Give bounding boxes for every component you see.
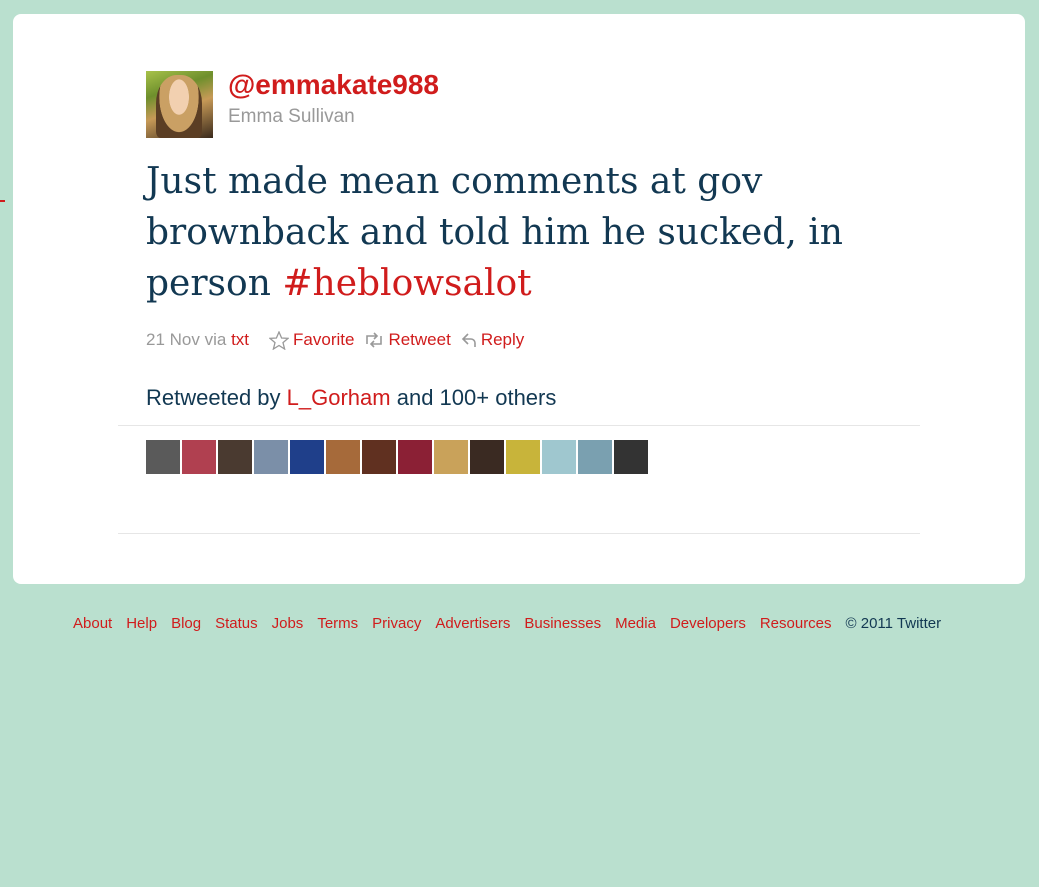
via-label: via: [204, 330, 227, 349]
footer-link-media[interactable]: Media: [615, 615, 656, 632]
retweeter-avatar[interactable]: [290, 440, 324, 474]
reply-icon: [461, 333, 476, 347]
star-icon: [269, 330, 290, 350]
tweet-text: Just made mean comments at gov brownback…: [146, 156, 866, 309]
footer-link-blog[interactable]: Blog: [171, 615, 201, 632]
divider-top: [118, 425, 920, 426]
retweeted-by: Retweeted by L_Gorham and 100+ others: [146, 385, 556, 411]
divider-bottom: [118, 533, 920, 534]
tweet-meta: 21 Nov via txt Favorite Retweet Reply: [146, 330, 524, 350]
footer-link-resources[interactable]: Resources: [760, 615, 832, 632]
full-name: Emma Sullivan: [228, 106, 355, 127]
retweeter-avatar[interactable]: [326, 440, 360, 474]
footer-link-help[interactable]: Help: [126, 615, 157, 632]
screen-name-link[interactable]: @emmakate988: [228, 69, 439, 101]
edge-mark: [0, 200, 5, 202]
retweeter-avatar[interactable]: [542, 440, 576, 474]
footer-link-privacy[interactable]: Privacy: [372, 615, 421, 632]
retweeter-avatar[interactable]: [254, 440, 288, 474]
retweet-icon: [366, 332, 383, 348]
retweeted-by-prefix: Retweeted by: [146, 385, 281, 410]
retweeter-avatar[interactable]: [614, 440, 648, 474]
tweet-card: @emmakate988 Emma Sullivan Just made mea…: [13, 14, 1025, 584]
footer-link-businesses[interactable]: Businesses: [524, 615, 601, 632]
avatar-photo: [156, 75, 202, 138]
reply-label: Reply: [480, 330, 525, 349]
retweeter-avatar[interactable]: [218, 440, 252, 474]
retweeter-avatar[interactable]: [146, 440, 180, 474]
retweeter-avatar[interactable]: [398, 440, 432, 474]
retweeter-avatar[interactable]: [434, 440, 468, 474]
reply-action[interactable]: Reply: [461, 330, 524, 350]
via-source-link[interactable]: txt: [231, 330, 249, 350]
footer: About Help Blog Status Jobs Terms Privacy Adver…: [73, 615, 941, 632]
retweeter-avatars: [146, 440, 648, 474]
retweeter-avatar[interactable]: [506, 440, 540, 474]
retweeter-avatar[interactable]: [578, 440, 612, 474]
footer-link-developers[interactable]: Developers: [670, 615, 746, 632]
retweeter-avatar[interactable]: [470, 440, 504, 474]
retweeter-avatar[interactable]: [182, 440, 216, 474]
favorite-action[interactable]: Favorite: [269, 330, 354, 350]
retweet-action[interactable]: Retweet: [364, 330, 451, 350]
tweet-date[interactable]: 21 Nov: [146, 330, 200, 350]
hashtag-link[interactable]: #heblowsalot: [282, 263, 531, 304]
footer-copyright: © 2011 Twitter: [845, 615, 942, 632]
favorite-label: Favorite: [293, 330, 355, 349]
retweet-label: Retweet: [388, 330, 451, 349]
retweeter-avatar[interactable]: [362, 440, 396, 474]
footer-link-advertisers[interactable]: Advertisers: [435, 615, 510, 632]
retweeted-by-suffix: and 100+ others: [396, 385, 557, 410]
footer-link-terms[interactable]: Terms: [317, 615, 358, 632]
footer-link-status[interactable]: Status: [215, 615, 258, 632]
retweeter-link[interactable]: L_Gorham: [287, 385, 391, 410]
avatar[interactable]: [146, 71, 213, 138]
footer-link-jobs[interactable]: Jobs: [272, 615, 304, 632]
footer-link-about[interactable]: About: [73, 615, 112, 632]
